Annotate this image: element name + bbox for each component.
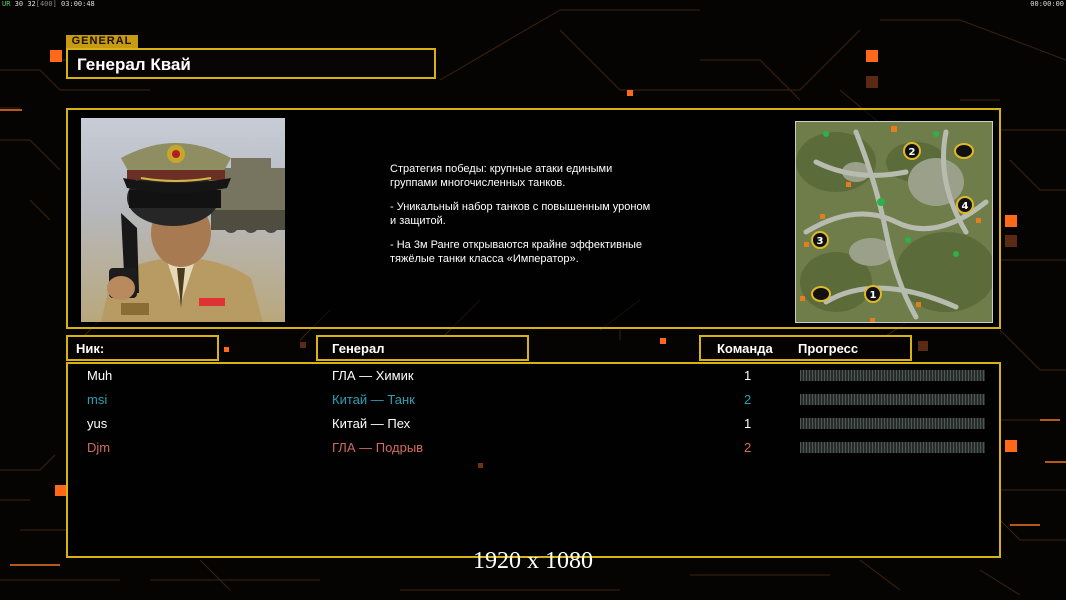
team-progress-header: Команда Прогресс bbox=[699, 335, 912, 361]
player-general: ГЛА — Химик bbox=[332, 368, 414, 383]
general-header: Генерал bbox=[316, 335, 529, 361]
nick-header: Ник: bbox=[66, 335, 219, 361]
start-label-4: 4 bbox=[962, 201, 969, 212]
player-nick: msi bbox=[87, 392, 108, 407]
general-title-frame: Генерал Квай bbox=[66, 48, 436, 79]
player-nick: yus bbox=[87, 416, 108, 431]
player-progress-bar bbox=[800, 394, 985, 405]
player-general: Китай — Пех bbox=[332, 416, 411, 431]
general-portrait bbox=[81, 118, 285, 322]
fps-prefix: UR bbox=[2, 0, 11, 8]
start-label-3: 3 bbox=[817, 236, 824, 247]
player-progress-bar bbox=[800, 418, 985, 429]
nick-header-label: Ник: bbox=[76, 341, 105, 356]
player-row: yus Китай — Пех 1 bbox=[68, 414, 1003, 438]
feature-tanks-text: - Уникальный набор танков с повышенным у… bbox=[390, 201, 651, 227]
player-nick: Djm bbox=[87, 440, 111, 455]
general-name: Генерал Квай bbox=[77, 55, 191, 74]
section-tag: GENERAL bbox=[66, 35, 138, 48]
player-general: Китай — Танк bbox=[332, 392, 415, 407]
fps-value: 30 bbox=[14, 0, 24, 8]
general-portrait-image bbox=[101, 143, 285, 322]
resolution-label: 1920 x 1080 bbox=[473, 548, 593, 574]
progress-header-label: Прогресс bbox=[798, 341, 859, 356]
minimap[interactable]: 1 2 3 4 bbox=[795, 121, 993, 323]
player-team: 2 bbox=[744, 392, 752, 407]
general-header-label: Генерал bbox=[332, 341, 385, 356]
start-label-2: 2 bbox=[909, 147, 916, 158]
fps-slot: [400] bbox=[35, 0, 57, 8]
general-description: Стратегия победы: крупные атаки едиными … bbox=[390, 162, 720, 276]
game-clock: 00:00:00 bbox=[1030, 0, 1064, 8]
strategy-text: Стратегия победы: крупные атаки едиными … bbox=[390, 163, 613, 189]
player-row: msi Китай — Танк 2 bbox=[68, 390, 1003, 414]
player-progress-bar bbox=[800, 370, 985, 381]
players-table: Muh ГЛА — Химик 1 msi Китай — Танк 2 yus… bbox=[66, 362, 1001, 558]
feature-emperor-text: - На 3м Ранге открываются крайне эффекти… bbox=[390, 239, 643, 265]
player-row: Djm ГЛА — Подрыв 2 bbox=[68, 438, 1003, 462]
minimap-image: 1 2 3 4 bbox=[796, 122, 992, 322]
player-team: 1 bbox=[744, 368, 752, 383]
player-general: ГЛА — Подрыв bbox=[332, 440, 424, 455]
team-header-label: Команда bbox=[717, 341, 773, 356]
player-team: 2 bbox=[744, 440, 752, 455]
start-label-1: 1 bbox=[870, 290, 877, 301]
fps-limit: 32 bbox=[27, 0, 36, 8]
session-time: 03:00:48 bbox=[61, 0, 95, 8]
fps-counter: UR 30 32[400] 03:00:48 bbox=[2, 0, 95, 8]
player-progress-bar bbox=[800, 442, 985, 453]
player-nick: Muh bbox=[87, 368, 113, 383]
general-info-panel: Стратегия победы: крупные атаки едиными … bbox=[66, 108, 1001, 329]
player-team: 1 bbox=[744, 416, 752, 431]
player-row: Muh ГЛА — Химик 1 bbox=[68, 366, 1003, 390]
